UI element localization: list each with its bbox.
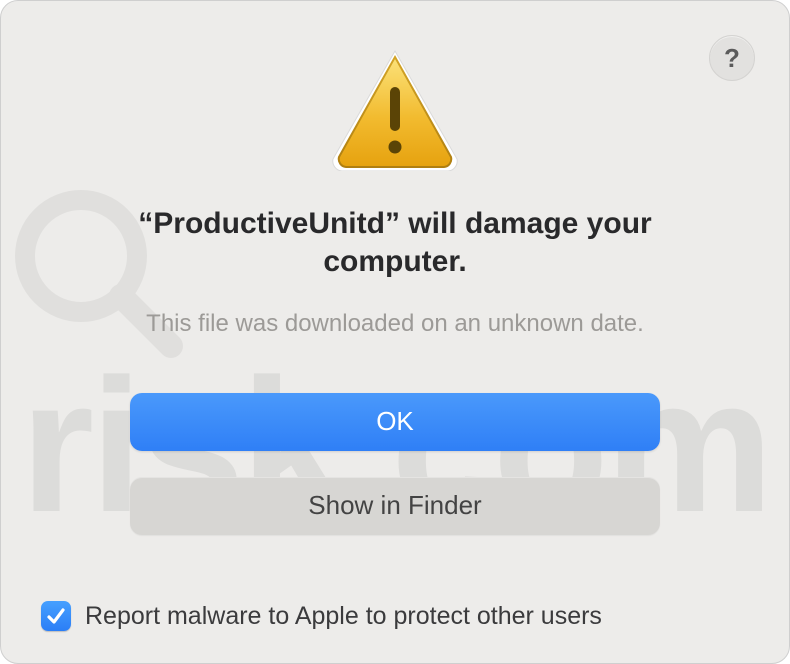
checkmark-icon — [46, 606, 66, 626]
report-malware-checkbox[interactable] — [41, 601, 71, 631]
dialog-content: “ProductiveUnitd” will damage your compu… — [1, 1, 789, 663]
dialog-buttons: OK Show in Finder — [130, 393, 660, 535]
report-malware-row: Report malware to Apple to protect other… — [41, 601, 602, 631]
dialog-subtitle: This file was downloaded on an unknown d… — [146, 308, 644, 339]
warning-triangle-icon — [325, 45, 465, 171]
show-in-finder-button[interactable]: Show in Finder — [130, 477, 660, 535]
ok-button[interactable]: OK — [130, 393, 660, 451]
report-malware-label: Report malware to Apple to protect other… — [85, 602, 602, 631]
gatekeeper-dialog: risk.com ? “ProductiveUnitd” will — [0, 0, 790, 664]
dialog-title: “ProductiveUnitd” will damage your compu… — [95, 205, 695, 282]
